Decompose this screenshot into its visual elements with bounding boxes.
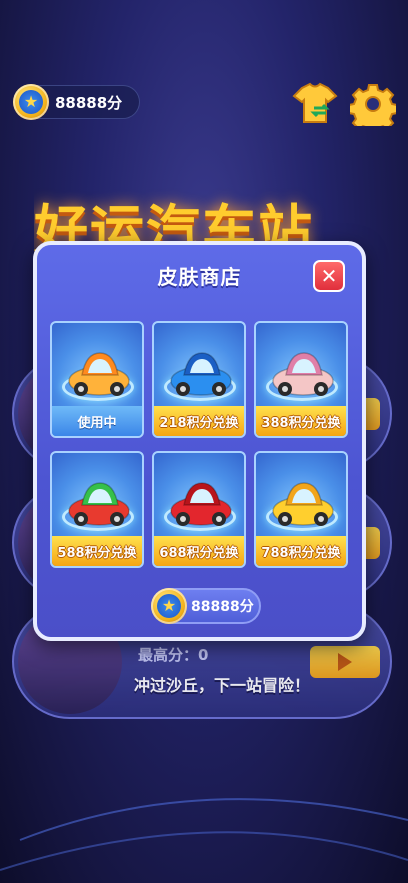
redeem-button[interactable]: 688积分兑换 — [154, 536, 244, 566]
yellow-car-icon — [272, 482, 334, 526]
close-button[interactable]: ✕ — [313, 260, 345, 292]
skin-tile[interactable]: 688积分兑换 — [152, 451, 246, 568]
play-button[interactable] — [310, 646, 380, 678]
skin-tile[interactable]: 使用中 — [50, 321, 144, 438]
redeem-button[interactable]: 588积分兑换 — [52, 536, 142, 566]
gear-icon[interactable] — [350, 82, 396, 126]
skin-shop-dialog: 皮肤商店 ✕ 使用中 218积分兑换 388积分兑换 588积分兑换 688积分兑换 78… — [33, 241, 366, 641]
redeem-button[interactable]: 218积分兑换 — [154, 406, 244, 436]
coin-balance-footer: ★ 88888分 — [151, 588, 261, 624]
shirt-swap-icon[interactable] — [292, 82, 338, 126]
in-use-label: 使用中 — [52, 406, 142, 436]
skin-tile[interactable]: 218积分兑换 — [152, 321, 246, 438]
redeem-button[interactable]: 788积分兑换 — [256, 536, 346, 566]
orange-car-icon — [68, 352, 130, 396]
coin-balance: ★ 88888分 — [13, 84, 140, 120]
red-car-icon — [170, 482, 232, 526]
block-car-icon — [68, 482, 130, 526]
play-icon — [338, 653, 352, 671]
coin-balance-text: 88888分 — [55, 93, 123, 112]
pink-car-icon — [272, 352, 334, 396]
redeem-button[interactable]: 388积分兑换 — [256, 406, 346, 436]
skin-tile[interactable]: 388积分兑换 — [254, 321, 348, 438]
star-coin-icon: ★ — [13, 84, 49, 120]
high-score: 最高分：0 — [138, 646, 209, 664]
star-coin-icon: ★ — [151, 588, 187, 624]
skin-tile[interactable]: 788积分兑换 — [254, 451, 348, 568]
blue-beetle-icon — [170, 352, 232, 396]
skin-tile[interactable]: 588积分兑换 — [50, 451, 144, 568]
close-icon: ✕ — [320, 264, 338, 288]
level-description: 冲过沙丘，下一站冒险！ — [134, 676, 311, 695]
coin-balance-text: 88888分 — [191, 599, 254, 615]
track-lines — [0, 798, 408, 871]
